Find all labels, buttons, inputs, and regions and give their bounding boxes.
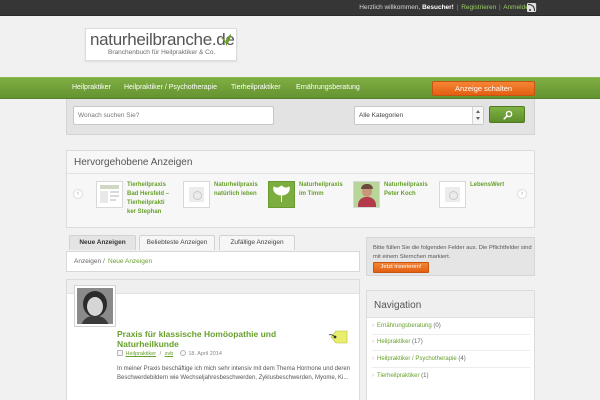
place-ad-button[interactable]: Anzeige schalten	[432, 81, 535, 96]
sidebar-item-label[interactable]: Heilpraktiker	[377, 339, 410, 345]
tab-new-ads[interactable]: Neue Anzeigen	[69, 235, 136, 250]
search-input[interactable]	[73, 106, 274, 125]
carousel-next-button[interactable]: ›	[517, 189, 527, 199]
logo-title: naturheilbranche.de	[90, 30, 235, 49]
chevron-right-icon: ›	[520, 190, 524, 197]
listing-avatar[interactable]	[74, 285, 116, 327]
chevron-right-icon: ›	[372, 373, 374, 379]
listing-date: 18. April 2014	[188, 351, 222, 357]
listing-author-link[interactable]: svb	[165, 351, 174, 357]
listing-category-link[interactable]: Heilpraktiker	[126, 351, 157, 357]
ginkgo-leaf-icon	[273, 185, 290, 202]
sidebar-navigation: Navigation	[366, 290, 535, 400]
sidebar-item-label[interactable]: Tierheilpraktiker	[377, 373, 419, 379]
nav-item-psychotherapie[interactable]: Heilpraktiker / Psychotherapie	[124, 84, 217, 91]
breadcrumb-current[interactable]: Neue Anzeigen	[108, 258, 152, 265]
featured-item-label[interactable]: LebensWert	[470, 181, 514, 190]
register-link[interactable]: Registrieren	[461, 4, 496, 11]
divider	[372, 334, 530, 335]
sidebar-navigation-header: Navigation	[367, 291, 534, 318]
listing-excerpt: In meiner Praxis beschäftige ich mich se…	[117, 366, 350, 381]
ginkgo-leaf-thumbnail	[268, 181, 295, 208]
divider	[372, 367, 530, 368]
separator: |	[499, 4, 501, 11]
sidebar-navigation-title: Navigation	[374, 300, 422, 311]
nav-item-heilpraktiker[interactable]: Heilpraktiker	[72, 84, 111, 91]
nav-item-ernaehrungsberatung[interactable]: Ernährungsberatung	[296, 84, 360, 91]
sidebar-item-label[interactable]: Heilpraktiker / Psychotherapie	[377, 356, 457, 362]
sidebar-item-count: (0)	[433, 323, 441, 329]
category-select[interactable]: Alle Kategorien	[354, 106, 484, 125]
chevron-right-icon: ›	[372, 323, 374, 329]
price-tag-icon	[328, 330, 348, 344]
search-button[interactable]	[489, 106, 525, 123]
sidebar-item-psychotherapie[interactable]: › Heilpraktiker / Psychotherapie (4)	[372, 356, 466, 362]
rss-icon[interactable]	[527, 3, 536, 12]
folder-icon	[117, 350, 123, 356]
sidebar-item-count: (17)	[412, 339, 423, 345]
tab-popular-ads[interactable]: Beliebteste Anzeigen	[139, 235, 215, 250]
sidebar-item-heilpraktiker[interactable]: › Heilpraktiker (17)	[372, 339, 423, 345]
sidebar-item-count: (4)	[458, 356, 466, 362]
logo-subtitle: Branchenbuch für Heilpraktiker & Co.	[108, 49, 216, 56]
greeting-text: Herzlich willkommen,	[359, 4, 421, 11]
clock-icon	[179, 350, 186, 356]
advertise-now-button[interactable]: Jetzt inserieren!	[373, 262, 429, 273]
featured-item-label[interactable]: Tierheilpraxis Bad Hersfeld – Tierheilpr…	[127, 181, 171, 226]
divider	[67, 173, 534, 174]
visitor-name: Besucher!	[422, 4, 454, 11]
carousel-prev-button[interactable]: ‹	[73, 189, 83, 199]
website-thumbnail	[96, 181, 123, 208]
image-placeholder-icon	[445, 187, 460, 202]
sidebar-item-label[interactable]: Ernährungsberatung	[377, 323, 432, 329]
chevron-left-icon: ‹	[76, 190, 80, 197]
listing-title[interactable]: Praxis für klassische Homöopathie und Na…	[117, 329, 327, 349]
divider	[372, 350, 530, 351]
user-greeting: Herzlich willkommen, Besucher! | Registr…	[359, 4, 538, 11]
featured-item-label[interactable]: Naturheilpraxis Peter Koch	[384, 181, 428, 199]
breadcrumb: Anzeigen / Neue Anzeigen	[66, 251, 360, 272]
listing-meta: Heilpraktiker / svb 18. April 2014	[117, 350, 222, 357]
featured-title: Hervorgehobene Anzeigen	[74, 157, 193, 168]
image-placeholder-icon	[189, 187, 204, 202]
select-arrows-icon	[472, 107, 483, 124]
top-bar: Herzlich willkommen, Besucher! | Registr…	[0, 0, 600, 16]
sidebar-item-count: (1)	[421, 373, 429, 379]
search-icon	[503, 110, 513, 120]
placeholder-thumbnail	[183, 181, 210, 208]
tab-random-ads[interactable]: Zufällige Anzeigen	[219, 235, 295, 250]
site-logo[interactable]: naturheilbranche.de Branchenbuch für Hei…	[85, 28, 237, 61]
sidebar-item-tierheilpraktiker[interactable]: › Tierheilpraktiker (1)	[372, 373, 428, 379]
portrait-thumbnail	[353, 181, 380, 208]
portrait-photo	[77, 288, 113, 324]
site-header: naturheilbranche.de Branchenbuch für Hei…	[0, 16, 600, 78]
breadcrumb-root[interactable]: Anzeigen	[74, 258, 101, 265]
nav-item-tierheilpraktiker[interactable]: Tierheilpraktiker	[231, 84, 281, 91]
featured-item-label[interactable]: Naturheilpraxis natürlich leben	[214, 181, 258, 199]
placeholder-thumbnail	[439, 181, 466, 208]
chevron-right-icon: ›	[372, 339, 374, 345]
breadcrumb-separator: /	[103, 258, 105, 265]
leaf-icon	[221, 34, 231, 46]
sidebar-item-ernaehrungsberatung[interactable]: › Ernährungsberatung (0)	[372, 323, 441, 329]
chevron-right-icon: ›	[372, 356, 374, 362]
featured-item-label[interactable]: Naturheilpraxis im Timm	[299, 181, 343, 199]
promo-text: Bitte füllen Sie die folgenden Felder au…	[373, 245, 532, 260]
category-select-value: Alle Kategorien	[359, 112, 404, 119]
separator: |	[456, 4, 459, 11]
